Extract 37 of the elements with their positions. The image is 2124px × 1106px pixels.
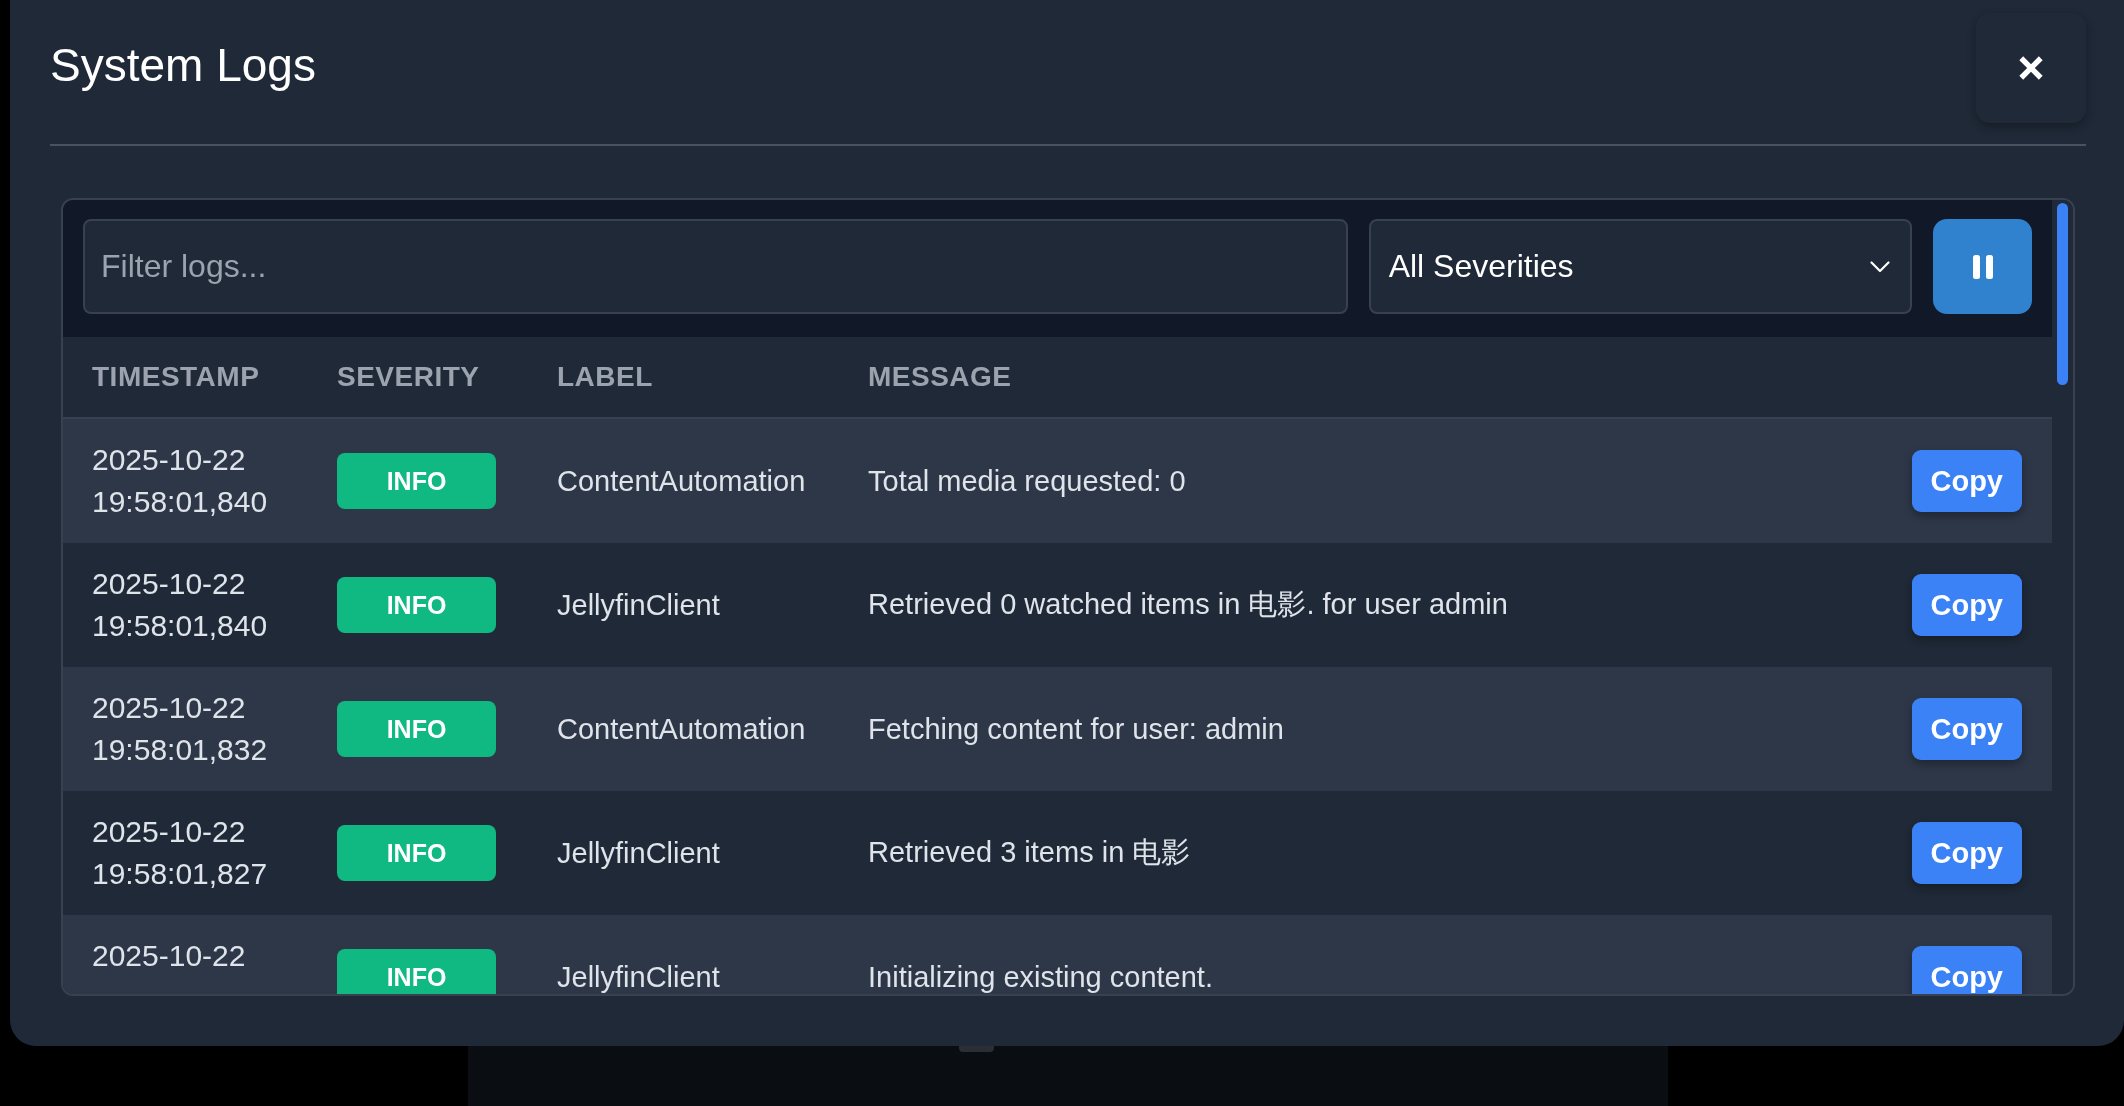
close-button[interactable] [1976, 13, 2086, 123]
message-cell: Total media requested: 0 [868, 464, 1186, 498]
column-header: MESSAGE [868, 361, 1012, 393]
timestamp-cell-text: 2025-10-22 19:58:01,840 [92, 566, 269, 644]
filter-field[interactable]: Filter logs... [83, 219, 1348, 314]
severity-badge: INFO [337, 453, 496, 509]
close-icon [2018, 55, 2044, 81]
timestamp-cell-text: 2025-10-22 [92, 938, 246, 974]
severity-badge: INFO [337, 825, 496, 881]
pause-button[interactable] [1933, 219, 2032, 314]
severity-badge: INFO [337, 949, 496, 994]
message-cell-text: Retrieved 3 items in 电影 [868, 835, 1191, 870]
label-cell: JellyfinClient [557, 960, 720, 994]
timestamp-cell-text: 2025-10-22 19:58:01,827 [92, 814, 269, 892]
timestamp-cell-text: 2025-10-22 19:58:01,840 [92, 442, 269, 520]
column-header: LABEL [557, 361, 653, 393]
column-header: TIMESTAMP [92, 361, 260, 393]
message-cell: Fetching content for user: admin [868, 712, 1284, 746]
message-cell: Initializing existing content. [868, 960, 1213, 994]
label-cell: ContentAutomation [557, 464, 806, 498]
copy-button[interactable]: Copy [1911, 450, 2022, 512]
copy-button[interactable]: Copy [1911, 822, 2022, 884]
copy-button[interactable]: Copy [1911, 946, 2022, 994]
dialog-title: System Logs [50, 38, 316, 94]
label-cell: ContentAutomation [557, 712, 806, 746]
severity-dropdown[interactable]: All Severities [1368, 219, 1913, 314]
label-cell: JellyfinClient [557, 836, 720, 870]
column-header: SEVERITY [337, 361, 480, 393]
severity-badge: INFO [337, 701, 496, 757]
message-cell-text: Retrieved 0 watched items in 电影. for user admin [868, 587, 1508, 622]
severity-badge: INFO [337, 577, 496, 633]
timestamp-cell-text: 2025-10-22 19:58:01,832 [92, 690, 269, 768]
copy-button[interactable]: Copy [1911, 574, 2022, 636]
label-cell: JellyfinClient [557, 588, 720, 622]
scrollbar[interactable] [2057, 203, 2068, 385]
chevron-down-icon [1870, 260, 1891, 273]
copy-button[interactable]: Copy [1911, 698, 2022, 760]
